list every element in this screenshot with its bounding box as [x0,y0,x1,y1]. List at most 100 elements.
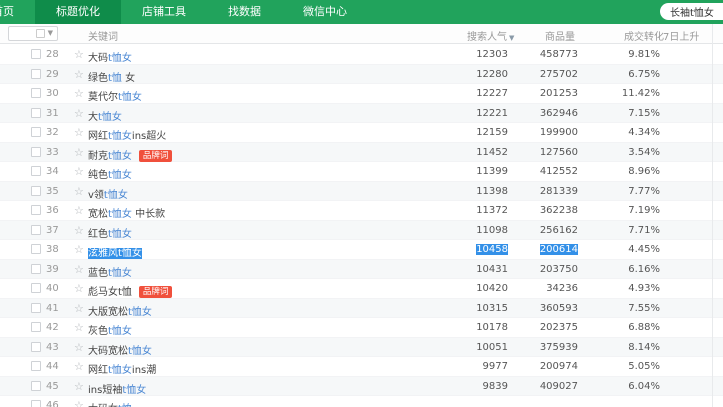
keyword-link[interactable]: t恤女 [108,209,132,220]
product-quantity-number: 199900 [539,127,578,138]
row-checkbox[interactable] [31,400,41,407]
keyword-cell: 大t恤女 [88,108,122,123]
row-checkbox[interactable] [31,283,41,293]
nav-item-find-data[interactable]: 找数据 [207,0,282,24]
product-quantity-value: 360593 [512,303,578,314]
row-checkbox[interactable] [31,380,41,391]
keyword-link[interactable]: 泫雅风t恤女 [88,248,142,259]
nav-item-wechat-center[interactable]: 微信中心 [282,0,368,24]
table-row: 28 ☆ 大码t恤女 12303 458773 9.81% [0,45,723,65]
search-popularity-number: 10420 [476,283,508,294]
sort-desc-icon[interactable]: ▼ [509,34,514,42]
row-checkbox[interactable] [31,185,41,196]
keyword-cell: ins短袖t恤女 [88,381,146,396]
star-icon[interactable]: ☆ [74,399,84,407]
row-checkbox[interactable] [31,302,41,313]
keyword-search-input[interactable] [660,3,723,20]
star-icon[interactable]: ☆ [74,204,84,217]
select-all-dropdown[interactable]: ▼ [8,26,58,41]
row-checkbox[interactable] [31,146,41,157]
keyword-link[interactable]: t恤女 [128,346,152,357]
keyword-link[interactable]: t恤女 [128,307,152,318]
keyword-link[interactable]: t恤女 [108,365,132,376]
keyword-link[interactable]: t恤女 [108,268,132,279]
keyword-link[interactable]: t恤女 [108,131,132,142]
star-icon[interactable]: ☆ [74,282,84,295]
star-icon[interactable]: ☆ [74,243,84,256]
star-icon[interactable]: ☆ [74,360,84,373]
keyword-link[interactable]: t恤女 [108,170,132,181]
star-icon[interactable]: ☆ [74,380,84,393]
conversion-value: 8.96% [628,166,660,177]
star-icon[interactable]: ☆ [74,107,84,120]
keyword-cell: 灰色t恤女 [88,322,132,337]
product-quantity-value: 203750 [512,264,578,275]
nav-item-title-optimization[interactable]: 标题优化 [35,0,121,24]
keyword-text: 蓝色 [88,267,108,279]
product-quantity-number: 275702 [539,68,578,80]
star-icon[interactable]: ☆ [74,87,84,100]
star-icon[interactable]: ☆ [74,165,84,178]
star-icon[interactable]: ☆ [74,302,84,315]
star-icon[interactable]: ☆ [74,263,84,276]
row-checkbox[interactable] [31,263,41,274]
product-quantity-number: 202375 [539,322,578,333]
keyword-cell: 大版宽松t恤女 [88,303,152,318]
row-checkbox[interactable] [31,49,41,59]
keyword-link[interactable]: t恤女 [108,326,132,337]
table-row: 34 ☆ 纯色t恤女 11399 412552 8.96% [0,162,723,182]
row-checkbox[interactable] [31,244,41,254]
search-popularity-number: 11452 [476,146,508,158]
keyword-link[interactable]: t恤 [108,73,122,84]
row-checkbox[interactable] [31,205,41,215]
product-quantity-value: 458773 [512,49,578,60]
nav-item-home[interactable]: 首页 [0,0,35,24]
search-popularity-value: 12221 [440,108,508,119]
search-popularity-number: 12221 [476,107,508,119]
keyword-link[interactable]: t恤女 [108,229,132,240]
keyword-link[interactable]: t恤女 [108,151,132,162]
star-icon[interactable]: ☆ [74,48,84,61]
search-popularity-value: 11098 [440,225,508,236]
star-icon[interactable]: ☆ [74,126,84,139]
star-icon[interactable]: ☆ [74,68,84,81]
star-icon[interactable]: ☆ [74,185,84,198]
star-icon[interactable]: ☆ [74,341,84,354]
row-checkbox[interactable] [31,127,41,137]
search-popularity-value: 12303 [440,49,508,60]
column-header-search-popularity[interactable]: 搜索人气 ▼ [467,28,514,43]
keyword-link[interactable]: t恤女 [118,92,142,103]
select-all-checkbox[interactable] [35,29,45,38]
top-nav: 首页 标题优化 店铺工具 找数据 微信中心 [0,0,723,24]
keyword-text: 大版宽松 [88,306,128,318]
star-icon[interactable]: ☆ [74,146,84,159]
star-icon[interactable]: ☆ [74,321,84,334]
row-checkbox[interactable] [31,322,41,332]
row-checkbox[interactable] [31,224,41,235]
keyword-suffix: 女 [121,72,136,84]
product-quantity-value: 127560 [512,147,578,158]
row-checkbox[interactable] [31,107,41,118]
table-row: 30 ☆ 莫代尔t恤女 12227 201253 11.42% [0,84,723,104]
search-popularity-number: 11398 [476,185,508,197]
keyword-text: v领 [88,189,104,201]
table-row: 29 ☆ 绿色t恤 女 12280 275702 6.75% [0,64,723,84]
row-number: 40 [46,283,59,294]
search-popularity-value: 10051 [440,342,508,353]
search-popularity-number: 11372 [476,205,508,216]
row-checkbox[interactable] [31,166,41,176]
row-checkbox[interactable] [31,68,41,79]
column-header-keyword: 关键词 [88,32,118,43]
keyword-cell: 耐克t恤女 品牌词 [88,147,173,162]
row-checkbox[interactable] [31,341,41,352]
star-icon[interactable]: ☆ [74,224,84,237]
keyword-link[interactable]: t恤女 [108,53,132,64]
keyword-link[interactable]: t恤女 [122,385,146,396]
row-number: 37 [46,224,59,236]
row-checkbox[interactable] [31,361,41,371]
keyword-link[interactable]: t恤女 [98,112,122,123]
keyword-suffix: 中长款 [131,209,166,220]
nav-item-shop-tools[interactable]: 店铺工具 [121,0,207,24]
row-checkbox[interactable] [31,88,41,98]
keyword-link[interactable]: t恤女 [104,190,128,201]
